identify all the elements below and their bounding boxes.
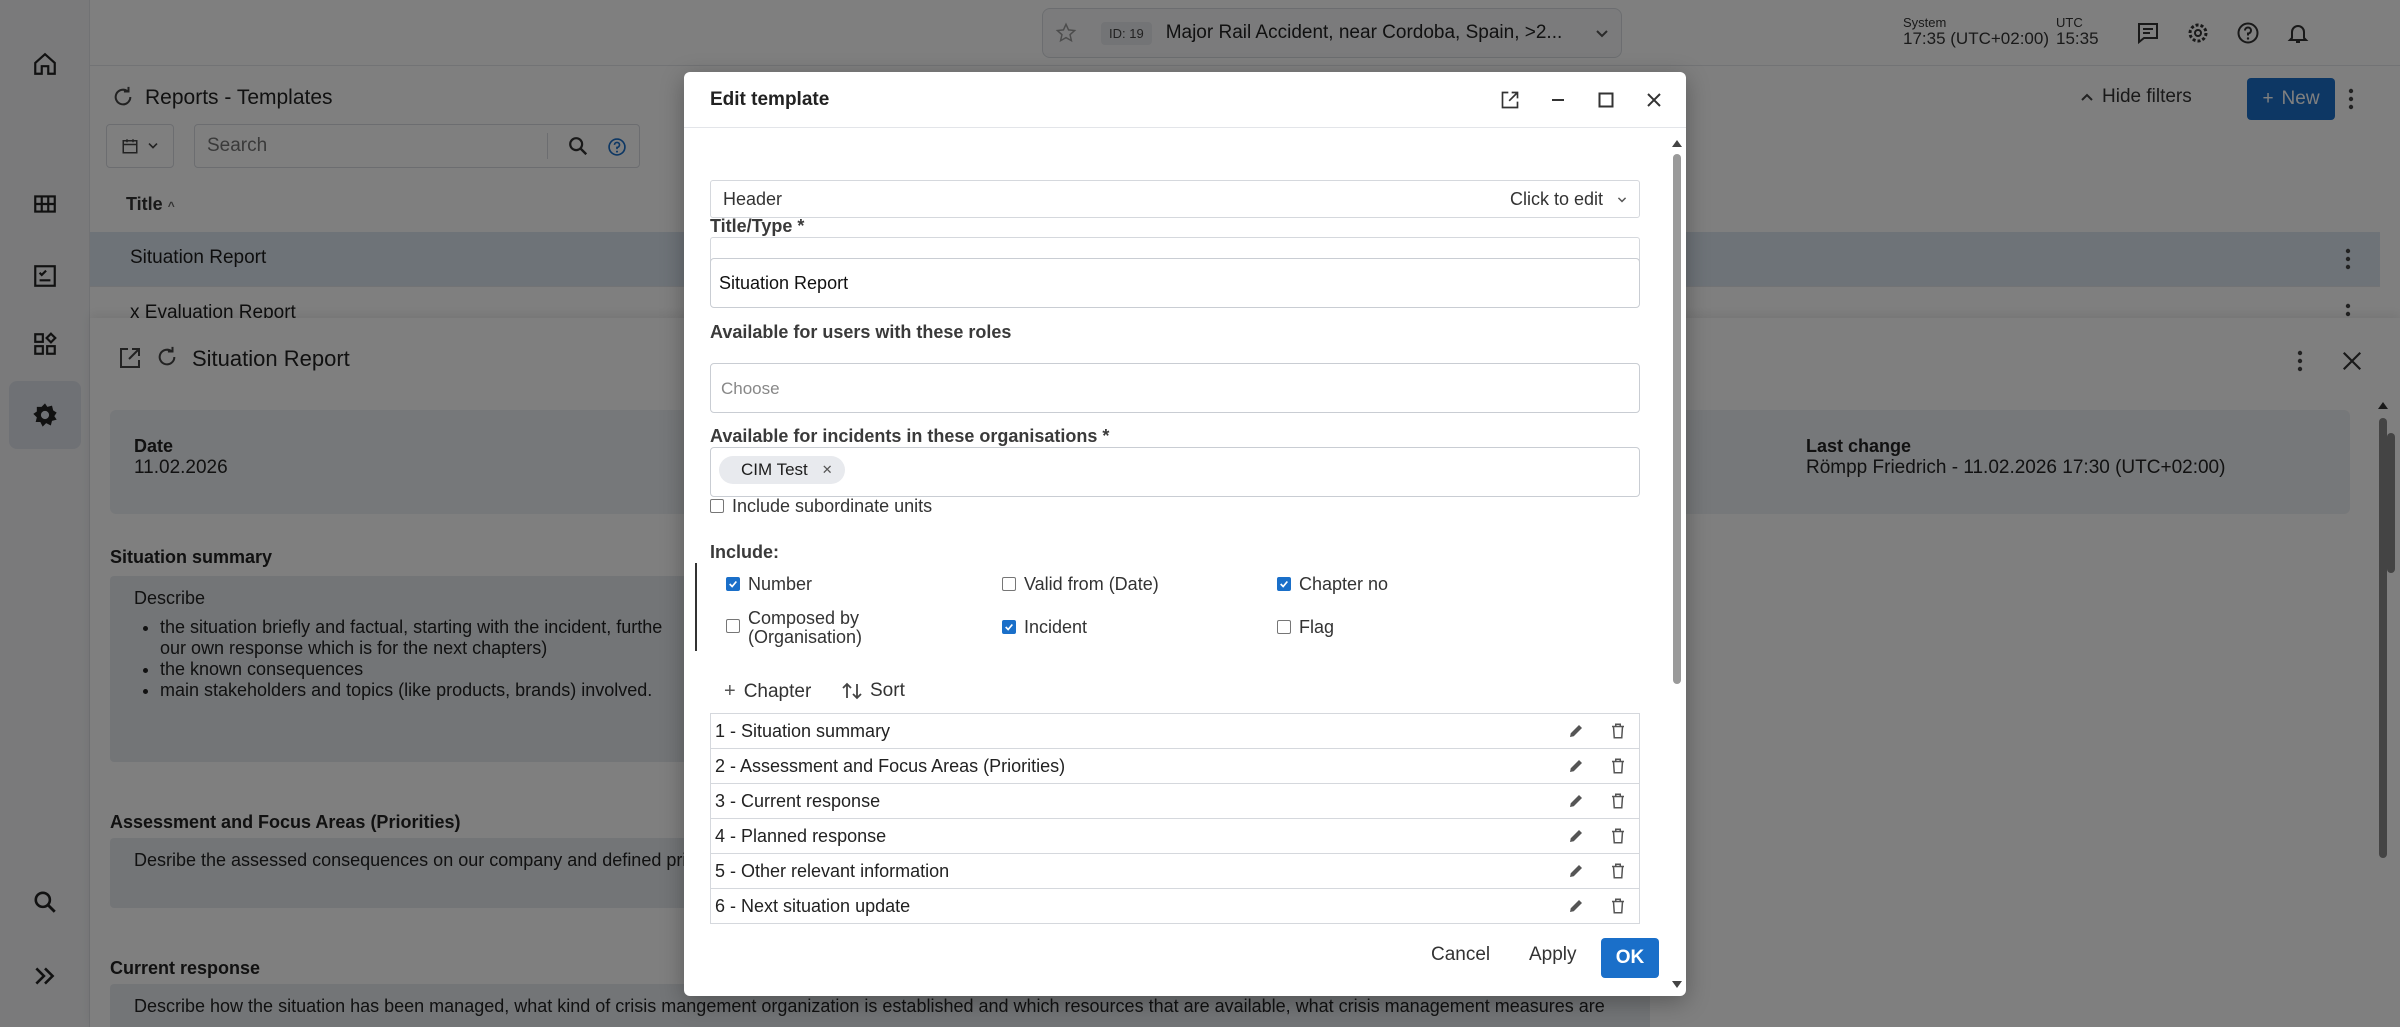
dialog-footer: Cancel Apply OK — [684, 924, 1686, 996]
include-label: Include: — [710, 542, 780, 562]
minimize-icon — [1552, 99, 1564, 101]
add-chapter-button[interactable]: + Chapter — [724, 680, 811, 703]
title-type-field: Situation Report — [710, 258, 1640, 308]
scrollbar-thumb[interactable] — [1673, 154, 1681, 684]
roles-placeholder: Choose — [721, 379, 780, 398]
edit-template-dialog: Edit template Header Click to edit Title… — [684, 72, 1686, 996]
option-valid-from-checkbox[interactable]: Valid from (Date) — [1002, 575, 1159, 594]
chapters-list: 1 - Situation summary 2 - Assessment and… — [710, 713, 1640, 924]
trash-icon[interactable] — [1609, 757, 1627, 775]
trash-icon[interactable] — [1609, 897, 1627, 915]
cancel-button[interactable]: Cancel — [1431, 944, 1490, 966]
edit-pencil-icon[interactable] — [1567, 897, 1585, 915]
trash-icon[interactable] — [1609, 722, 1627, 740]
edit-pencil-icon[interactable] — [1567, 792, 1585, 810]
option-incident-checkbox[interactable]: Incident — [1002, 618, 1087, 637]
roles-label: Available for users with these roles — [710, 322, 1012, 342]
dialog-scrollbar[interactable] — [1670, 138, 1684, 988]
organisation-chip: CIM Test ✕ — [719, 456, 845, 484]
edit-pencil-icon[interactable] — [1567, 827, 1585, 845]
checkbox-checked — [1277, 577, 1291, 591]
option-label: Flag — [1299, 617, 1335, 637]
ok-button[interactable]: OK — [1601, 938, 1659, 978]
chapter-title: 1 - Situation summary — [715, 721, 891, 741]
minimize-button[interactable] — [1546, 88, 1570, 112]
trash-icon[interactable] — [1609, 862, 1627, 880]
option-flag-checkbox[interactable]: Flag — [1277, 618, 1334, 637]
sort-label: Sort — [870, 680, 905, 701]
header-click-to-edit[interactable]: Click to edit — [1510, 189, 1603, 210]
organisation-chip-label: CIM Test — [741, 460, 808, 479]
chapter-row[interactable]: 1 - Situation summary — [711, 714, 1639, 749]
open-external-button[interactable] — [1498, 88, 1522, 112]
option-number-checkbox[interactable]: Number — [726, 575, 812, 594]
chapter-title: 3 - Current response — [715, 791, 881, 811]
chapter-row[interactable]: 6 - Next situation update — [711, 889, 1639, 924]
dialog-title: Edit template — [710, 89, 830, 110]
trash-icon[interactable] — [1609, 792, 1627, 810]
organisations-label: Available for incidents in these organis… — [710, 426, 1110, 446]
header-editor-row[interactable]: Header Click to edit — [710, 180, 1640, 218]
apply-button[interactable]: Apply — [1529, 944, 1577, 966]
checkbox-box — [710, 499, 724, 513]
chapter-title: 5 - Other relevant information — [715, 861, 950, 881]
option-label: Incident — [1024, 617, 1088, 637]
checkbox-box — [726, 619, 740, 633]
edit-pencil-icon[interactable] — [1567, 757, 1585, 775]
title-type-input[interactable]: Situation Report — [719, 273, 848, 294]
trash-icon[interactable] — [1609, 827, 1627, 845]
checkbox-checked — [726, 577, 740, 591]
option-label: Number — [748, 574, 813, 594]
add-chapter-label: Chapter — [743, 680, 812, 702]
chapter-title: 2 - Assessment and Focus Areas (Prioriti… — [715, 756, 1066, 776]
option-label: Chapter no — [1299, 574, 1389, 594]
option-label: Valid from (Date) — [1024, 574, 1159, 594]
dialog-header: Edit template — [684, 72, 1686, 128]
edit-pencil-icon[interactable] — [1567, 862, 1585, 880]
option-composed-by-checkbox[interactable]: Composed by (Organisation) — [726, 609, 966, 647]
title-type-label: Title/Type * — [710, 216, 805, 236]
include-subordinate-checkbox[interactable]: Include subordinate units — [710, 497, 932, 516]
chevron-down-icon — [1617, 197, 1627, 203]
chip-remove-icon[interactable]: ✕ — [822, 462, 833, 484]
close-icon — [1647, 93, 1661, 107]
chapter-title: 4 - Planned response — [715, 826, 887, 846]
checkbox-box — [1277, 620, 1291, 634]
roles-select[interactable]: Choose — [710, 363, 1640, 413]
option-label: Composed by (Organisation) — [748, 608, 863, 647]
maximize-icon — [1598, 92, 1614, 108]
dialog-close-button[interactable] — [1642, 88, 1666, 112]
open-external-icon — [1501, 91, 1519, 109]
maximize-button[interactable] — [1594, 88, 1618, 112]
header-label: Header — [723, 189, 783, 209]
chapter-row[interactable]: 5 - Other relevant information — [711, 854, 1639, 889]
sort-button[interactable]: Sort — [842, 680, 905, 702]
include-group-marker — [695, 563, 697, 651]
checkbox-checked — [1002, 620, 1016, 634]
chapter-title: 6 - Next situation update — [715, 896, 911, 916]
edit-pencil-icon[interactable] — [1567, 722, 1585, 740]
include-subordinate-label: Include subordinate units — [732, 496, 933, 516]
scroll-up-arrow[interactable] — [1670, 138, 1684, 148]
sort-icon — [842, 682, 862, 700]
organisations-select[interactable]: CIM Test ✕ — [710, 447, 1640, 497]
option-chapter-no-checkbox[interactable]: Chapter no — [1277, 575, 1388, 594]
plus-icon: + — [724, 680, 736, 702]
chapter-row[interactable]: 4 - Planned response — [711, 819, 1639, 854]
checkbox-box — [1002, 577, 1016, 591]
chapter-row[interactable]: 2 - Assessment and Focus Areas (Prioriti… — [711, 749, 1639, 784]
chapter-row[interactable]: 3 - Current response — [711, 784, 1639, 819]
